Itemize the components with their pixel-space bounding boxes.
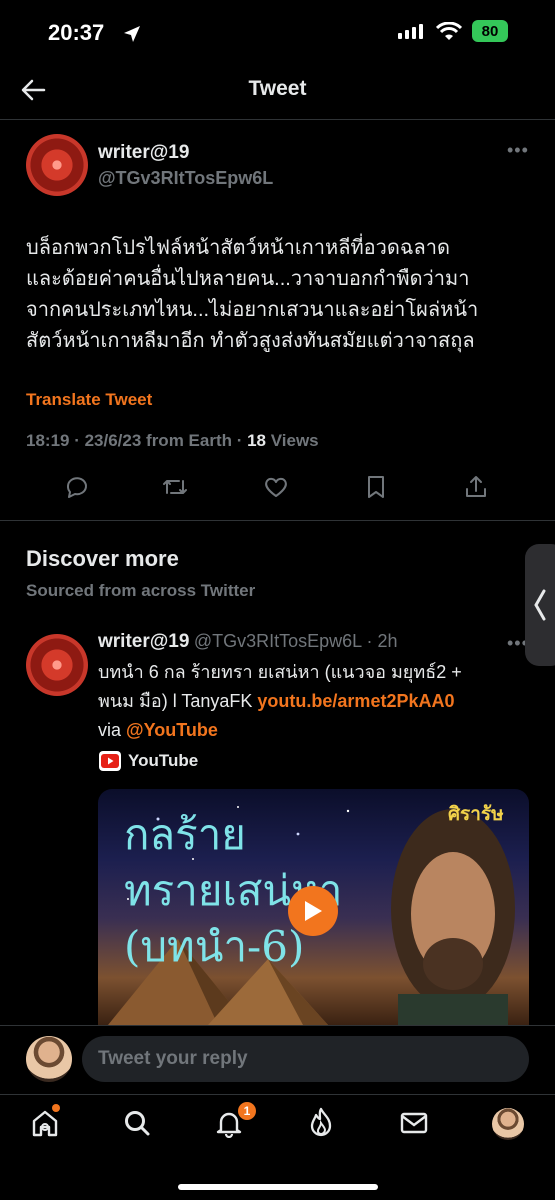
related-text: บทนำ 6 กล ร้ายทรา ยเสน่หา (แนวจอ มยุทธ์2… xyxy=(98,658,538,745)
reply-icon[interactable] xyxy=(63,473,91,501)
tweet-line: และด้อยค่าคนอื่นไปหลายคน...วาจาบอกกำพืดว… xyxy=(26,268,470,290)
views-label: Views xyxy=(266,431,319,450)
video-thumbnail[interactable]: กลร้าย ทรายเสน่หา (บทนำ-6) ศิรารัษ xyxy=(98,789,529,1025)
retweet-icon[interactable] xyxy=(161,473,189,501)
related-line: via xyxy=(98,720,127,740)
link-source: YouTube xyxy=(98,750,198,772)
author-handle[interactable]: @TGv3RItTosEpw6L xyxy=(98,168,273,189)
reply-input[interactable]: Tweet your reply xyxy=(82,1036,529,1082)
related-handle-time[interactable]: @TGv3RItTosEpw6L · 2h xyxy=(194,631,398,651)
location-icon xyxy=(124,26,140,42)
views-count: 18 xyxy=(247,431,267,450)
thumbnail-title-line: กลร้าย xyxy=(124,810,246,859)
home-icon[interactable] xyxy=(30,1108,60,1138)
like-icon[interactable] xyxy=(262,473,290,501)
youtube-icon xyxy=(99,751,121,771)
home-indicator xyxy=(178,1184,378,1190)
related-line: บทนำ 6 กล ร้ายทรา ยเสน่หา (แนวจอ มยุทธ์2… xyxy=(98,662,462,682)
search-icon[interactable] xyxy=(122,1108,152,1138)
reply-placeholder: Tweet your reply xyxy=(98,1048,248,1069)
tweet-line: จากคนประเภทไหน...ไม่อยากเสวนาและอย่าโผล่… xyxy=(26,299,479,321)
tweet-line: บล็อกพวกโปรไฟล์หน้าสัตว์หน้าเกาหลีที่อวด… xyxy=(26,237,450,259)
bookmark-icon[interactable] xyxy=(362,473,390,501)
play-triangle xyxy=(305,901,322,921)
signal-icon xyxy=(398,24,423,39)
actions-divider xyxy=(0,520,555,521)
discover-subtitle: Sourced from across Twitter xyxy=(26,581,256,600)
author-name[interactable]: writer@19 xyxy=(98,142,189,164)
related-line: พนม มือ) l TanyaFK xyxy=(98,691,258,711)
header-divider xyxy=(0,119,555,120)
play-icon[interactable] xyxy=(288,886,338,936)
tweet-meta: 18:19 · 23/6/23 from Earth · 18 Views xyxy=(26,431,319,451)
side-panel-handle[interactable] xyxy=(525,544,555,666)
reply-avatar[interactable] xyxy=(26,1036,72,1082)
tweet-line: สัตว์หน้าเกาหลีมาอีก ทำตัวสูงส่งทันสมัยแ… xyxy=(26,330,475,352)
youtube-mention[interactable]: @YouTube xyxy=(126,720,218,740)
tweet-text: บล็อกพวกโปรไฟล์หน้าสัตว์หน้าเกาหลีที่อวด… xyxy=(26,233,536,357)
home-dot xyxy=(52,1104,60,1112)
spaces-icon[interactable] xyxy=(306,1106,336,1138)
thumbnail-author: ศิรารัษ xyxy=(448,804,504,825)
link-source-label: YouTube xyxy=(128,751,199,770)
translate-link[interactable]: Translate Tweet xyxy=(26,390,152,410)
avatar[interactable] xyxy=(26,134,88,196)
discover-title: Discover more xyxy=(26,546,179,571)
related-header: writer@19 @TGv3RItTosEpw6L · 2h xyxy=(98,631,398,653)
more-icon[interactable]: ••• xyxy=(507,140,529,161)
page-title: Tweet xyxy=(248,77,307,100)
tweet-timestamp: 18:19 · 23/6/23 from Earth · xyxy=(26,431,248,450)
battery-indicator: 80 xyxy=(472,20,508,42)
related-avatar[interactable] xyxy=(26,634,88,696)
wifi-icon xyxy=(436,22,462,40)
chevron-left-icon xyxy=(534,589,546,621)
related-author-name[interactable]: writer@19 xyxy=(98,631,189,652)
related-link[interactable]: youtu.be/armet2PkAA0 xyxy=(257,691,454,711)
nav-divider xyxy=(0,1094,555,1095)
status-time: 20:37 xyxy=(48,20,105,45)
mail-icon[interactable] xyxy=(399,1108,429,1138)
share-icon[interactable] xyxy=(462,473,490,501)
notification-badge: 1 xyxy=(238,1102,256,1120)
profile-avatar[interactable] xyxy=(492,1108,524,1140)
